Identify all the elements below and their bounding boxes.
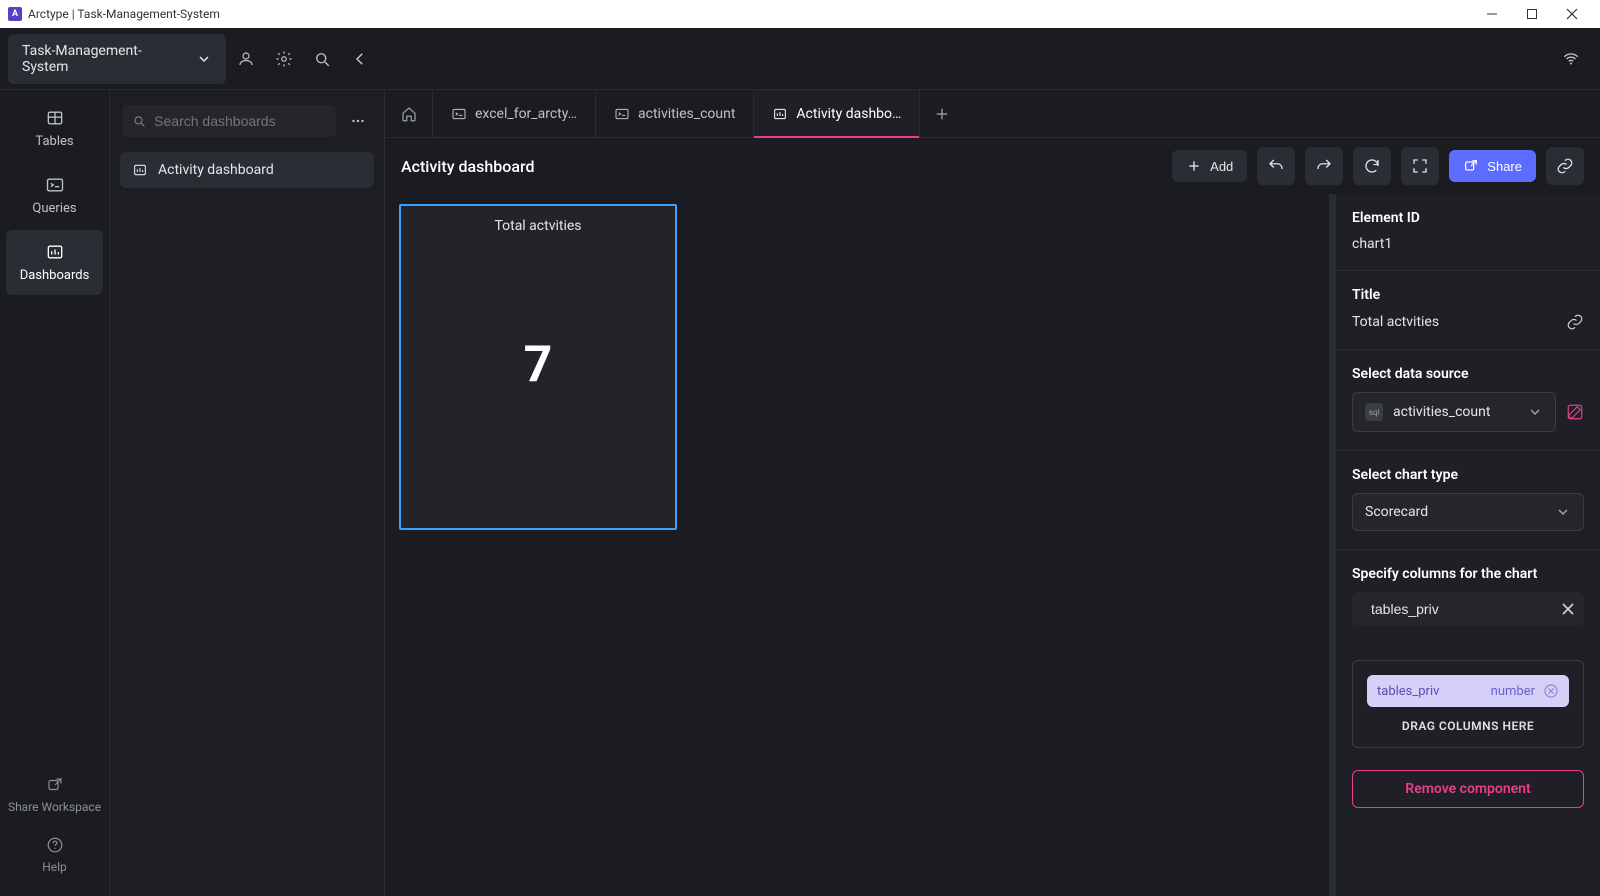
window-maximize-button[interactable] xyxy=(1512,0,1552,28)
title-value[interactable]: Total actvities xyxy=(1352,314,1556,330)
window-close-button[interactable] xyxy=(1552,0,1592,28)
page-title: Activity dashboard xyxy=(401,157,535,176)
dashboard-icon xyxy=(132,162,148,178)
home-icon xyxy=(400,105,418,123)
workspace-dropdown[interactable]: Task-Management-System xyxy=(8,34,226,84)
remove-component-button[interactable]: Remove component xyxy=(1352,770,1584,808)
chevron-down-icon xyxy=(196,51,212,67)
scorecard-chart[interactable]: Total actvities 7 xyxy=(399,204,677,530)
chevron-down-icon xyxy=(1527,404,1543,420)
dashboard-list-item[interactable]: Activity dashboard xyxy=(120,152,374,188)
tab-activity-dashboard[interactable]: Activity dashbo… xyxy=(754,90,920,137)
chip-remove-icon[interactable] xyxy=(1543,683,1559,699)
tab-excel-for-arctype[interactable]: excel_for_arcty… xyxy=(433,90,596,137)
new-tab-button[interactable] xyxy=(920,90,964,137)
plus-icon xyxy=(1186,158,1202,174)
chart-type-select[interactable]: Scorecard xyxy=(1352,493,1584,531)
fullscreen-button[interactable] xyxy=(1401,147,1439,185)
clear-search-icon[interactable] xyxy=(1560,601,1576,617)
search-icon xyxy=(132,113,146,129)
search-dashboards-field[interactable] xyxy=(154,113,326,129)
undo-button[interactable] xyxy=(1257,147,1295,185)
columns-dropzone[interactable]: tables_priv number DRAG COLUMNS HERE xyxy=(1352,660,1584,748)
element-id-value: chart1 xyxy=(1352,236,1584,252)
chevron-down-icon xyxy=(1555,504,1571,520)
data-source-value: activities_count xyxy=(1393,404,1490,420)
collapse-sidebar-icon[interactable] xyxy=(343,42,377,76)
column-chip[interactable]: tables_priv number xyxy=(1367,675,1569,707)
dashboard-icon xyxy=(772,106,788,122)
column-search-field[interactable] xyxy=(1371,601,1552,617)
chip-type: number xyxy=(1491,684,1535,699)
workspace-name: Task-Management-System xyxy=(22,43,188,75)
help-icon xyxy=(46,836,64,854)
add-button[interactable]: Add xyxy=(1172,150,1247,182)
wifi-status-icon[interactable] xyxy=(1554,42,1588,76)
refresh-button[interactable] xyxy=(1353,147,1391,185)
sidebar-more-icon[interactable] xyxy=(344,107,372,135)
link-icon[interactable] xyxy=(1566,313,1584,331)
rail-item-tables[interactable]: Tables xyxy=(6,96,103,161)
link-button[interactable] xyxy=(1546,147,1584,185)
rail-label-dashboards: Dashboards xyxy=(20,268,90,283)
tab-label: excel_for_arcty… xyxy=(475,106,577,122)
share-button-label: Share xyxy=(1487,159,1522,174)
account-icon[interactable] xyxy=(230,42,264,76)
columns-label: Specify columns for the chart xyxy=(1352,566,1584,582)
tab-activities-count[interactable]: activities_count xyxy=(596,90,754,137)
rail-item-queries[interactable]: Queries xyxy=(6,163,103,228)
share-workspace-button[interactable]: Share Workspace xyxy=(8,776,101,816)
canvas-scrollbar[interactable] xyxy=(1329,194,1335,896)
window-titlebar: A Arctype | Task-Management-System xyxy=(0,0,1600,28)
app-logo-icon: A xyxy=(8,7,22,21)
dashboard-item-label: Activity dashboard xyxy=(158,162,274,178)
dashboard-toolbar: Activity dashboard Add Share xyxy=(385,138,1600,194)
query-icon xyxy=(614,106,630,122)
help-button[interactable]: Help xyxy=(42,836,67,874)
dashboard-icon xyxy=(45,242,65,262)
add-button-label: Add xyxy=(1210,159,1233,174)
tab-label: activities_count xyxy=(638,106,735,122)
window-minimize-button[interactable] xyxy=(1472,0,1512,28)
rail-label-tables: Tables xyxy=(35,134,73,149)
sql-badge-icon: sql xyxy=(1365,403,1383,421)
search-dashboards-input[interactable] xyxy=(122,105,336,137)
settings-icon[interactable] xyxy=(267,42,301,76)
share-workspace-label: Share Workspace xyxy=(8,800,101,816)
redo-button[interactable] xyxy=(1305,147,1343,185)
title-label: Title xyxy=(1352,287,1584,303)
terminal-icon xyxy=(45,175,65,195)
edit-datasource-icon[interactable] xyxy=(1566,403,1584,421)
query-icon xyxy=(451,106,467,122)
external-link-icon xyxy=(1463,158,1479,174)
chart-type-label: Select chart type xyxy=(1352,467,1584,483)
tabs-bar: excel_for_arcty… activities_count Activi… xyxy=(385,90,1600,138)
help-label: Help xyxy=(42,860,67,874)
data-source-label: Select data source xyxy=(1352,366,1584,382)
tab-label: Activity dashbo… xyxy=(796,106,901,122)
chip-name: tables_priv xyxy=(1377,684,1439,699)
table-icon xyxy=(45,108,65,128)
drag-hint: DRAG COLUMNS HERE xyxy=(1402,719,1534,733)
properties-panel: Element ID chart1 Title Total actvities … xyxy=(1335,194,1600,896)
dashboard-canvas[interactable]: Total actvities 7 xyxy=(385,194,1335,896)
window-title: Arctype | Task-Management-System xyxy=(28,7,220,21)
chart-value: 7 xyxy=(524,214,553,516)
chart-type-value: Scorecard xyxy=(1365,504,1428,520)
plus-icon xyxy=(933,105,951,123)
column-search-input[interactable] xyxy=(1352,592,1584,626)
data-source-select[interactable]: sql activities_count xyxy=(1352,392,1556,432)
app-top-bar: Task-Management-System xyxy=(0,28,385,90)
home-tab[interactable] xyxy=(385,90,433,137)
search-icon[interactable] xyxy=(305,42,339,76)
rail-label-queries: Queries xyxy=(32,201,76,216)
rail-item-dashboards[interactable]: Dashboards xyxy=(6,230,103,295)
external-link-icon xyxy=(46,776,64,794)
element-id-label: Element ID xyxy=(1352,210,1584,226)
share-button[interactable]: Share xyxy=(1449,150,1536,182)
main-top-bar xyxy=(385,28,1600,90)
